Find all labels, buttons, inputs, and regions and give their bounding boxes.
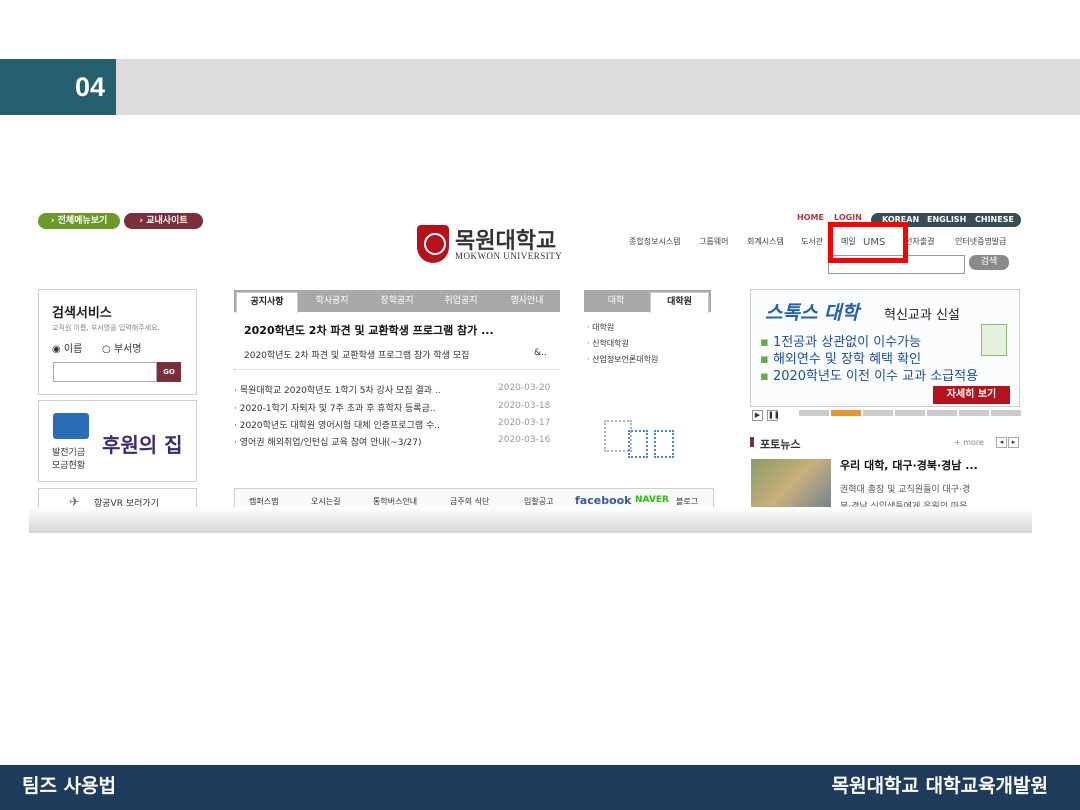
- photo-news-more[interactable]: + more: [954, 438, 984, 447]
- graduate-item-label: 산업정보언론대학원: [592, 355, 659, 364]
- logo-english: MOKWON UNIVERSITY: [455, 251, 563, 261]
- notice-tabs: 공지사항 학사공지 장학공지 취업공지 행사안내: [234, 290, 560, 313]
- graduate-item-label: 신학대학원: [592, 339, 629, 348]
- header-search-button[interactable]: 검색: [969, 255, 1009, 270]
- login-link[interactable]: LOGIN: [834, 213, 862, 222]
- notice-item-date: 2020-03-16: [498, 435, 551, 445]
- quick-link-blog[interactable]: 블로그: [676, 496, 698, 507]
- banner-pager: [799, 410, 1021, 416]
- quick-link-shuttle[interactable]: 통학버스안내: [373, 496, 417, 507]
- tab-college[interactable]: 대학: [584, 290, 648, 312]
- tab-employment[interactable]: 취업공지: [430, 290, 492, 312]
- banner-title: 혁신교과 신설: [884, 308, 960, 323]
- notice-item-title: 2020-1학기 자퇴자 및 7주 초과 후 휴학자 등록금..: [239, 404, 436, 414]
- photo-news-thumbnail[interactable]: [751, 459, 831, 513]
- graduate-tabs: 대학 대학원: [584, 290, 711, 313]
- notice-item[interactable]: · 2020-1학기 자퇴자 및 7주 초과 후 휴학자 등록금..: [234, 401, 436, 414]
- quick-link-campus-map[interactable]: 캠퍼스맵: [249, 496, 278, 507]
- support-house-sign: 후원의 집: [102, 433, 183, 457]
- play-icon[interactable]: ▶: [752, 410, 763, 421]
- notice-item-date: 2020-03-17: [498, 418, 551, 428]
- photo-news-marker: [750, 437, 754, 447]
- notice-summary-more: &..: [534, 348, 547, 358]
- documents-icon: [604, 420, 674, 465]
- search-service-panel: 검색서비스 교직원 이름, 부서명을 입력해주세요. ◉ 이름 ○ 부서명 GO: [38, 289, 197, 395]
- all-menu-button[interactable]: › 전체메뉴보기: [38, 213, 120, 229]
- pause-icon[interactable]: ❚❚: [767, 410, 780, 421]
- radio-department[interactable]: ○ 부서명: [102, 340, 142, 355]
- nav-integrated-info[interactable]: 종합정보시스템: [629, 236, 681, 247]
- notice-item[interactable]: · 영어권 해외취업/인턴십 교육 참여 안내(~3/27): [234, 435, 421, 448]
- screenshot-fade: [29, 507, 1032, 533]
- notice-summary: 2020학년도 2차 파견 및 교환학생 프로그램 참가 학생 모집: [244, 351, 470, 361]
- graduate-item[interactable]: · 산업정보언론대학원: [587, 354, 658, 365]
- ums-highlight-box: [828, 222, 908, 263]
- notice-item-title: 2020학년도 대학원 영어시험 대체 인증프로그램 수..: [239, 421, 440, 431]
- notice-divider: [234, 369, 560, 370]
- stocks-banner[interactable]: 스톡스 대학 혁신교과 신설 ▪ 1전공과 상관없이 이수가능 ▪ 해외연수 및…: [750, 289, 1020, 407]
- footer-right-title: 목원대학교 대학교육개발원: [831, 775, 1048, 797]
- employee-search-input[interactable]: [53, 362, 157, 382]
- notice-item[interactable]: · 2020학년도 대학원 영어시험 대체 인증프로그램 수..: [234, 418, 440, 431]
- quick-link-directions[interactable]: 오시는길: [311, 496, 340, 507]
- tab-events[interactable]: 행사안내: [496, 290, 558, 312]
- fund-panel[interactable]: 발전기금 모금현황 후원의 집: [38, 400, 197, 482]
- quick-link-facebook[interactable]: facebook: [575, 494, 632, 507]
- radio-name-label: 이름: [63, 344, 83, 355]
- nav-library[interactable]: 도서관: [801, 236, 823, 247]
- radio-department-label: 부서명: [113, 344, 142, 355]
- system-nav: 종합정보시스템 그룹웨어 회계시스템 도서관 메일 전자출결 인터넷증명발급: [629, 236, 1019, 248]
- quick-link-menu[interactable]: 금주의 식단: [450, 496, 489, 507]
- home-link[interactable]: HOME: [797, 213, 824, 222]
- nav-groupware[interactable]: 그룹웨어: [699, 236, 728, 247]
- crest-icon: [417, 225, 449, 263]
- nav-electronic-attendance[interactable]: 전자출결: [905, 236, 934, 247]
- fish-icon: [53, 413, 89, 439]
- graduate-item-label: 대학원: [592, 323, 615, 332]
- footer-left-title: 팀즈 사용법: [22, 775, 117, 797]
- photo-news-title: 포토뉴스: [760, 438, 801, 451]
- fund-label-1: 발전기금: [52, 448, 86, 458]
- lang-english[interactable]: ENGLISH: [927, 213, 966, 227]
- notice-item[interactable]: · 목원대학교 2020학년도 1학기 5차 강사 모집 결과 ..: [234, 383, 441, 396]
- notice-item-date: 2020-03-18: [498, 401, 551, 411]
- graduate-item[interactable]: · 대학원: [587, 322, 614, 333]
- nav-certificate[interactable]: 인터넷증명발급: [955, 236, 1007, 247]
- go-button[interactable]: GO: [157, 362, 181, 382]
- notice-item-title: 영어권 해외취업/인턴십 교육 참여 안내(~3/27): [239, 438, 422, 448]
- notice-item-date: 2020-03-20: [498, 383, 551, 393]
- slide-header-bar: [0, 59, 1080, 115]
- quick-link-bid[interactable]: 입찰공고: [524, 496, 553, 507]
- next-icon[interactable]: ▸: [1008, 437, 1019, 448]
- banner-more-button[interactable]: 자세히 보기: [933, 386, 1010, 404]
- photo-news-headline[interactable]: 우리 대학, 대구·경북·경남 ...: [840, 457, 978, 473]
- radio-name[interactable]: ◉ 이름: [52, 340, 82, 355]
- nav-accounting[interactable]: 회계시스템: [747, 236, 784, 247]
- lang-chinese[interactable]: CHINESE: [975, 213, 1014, 227]
- banner-brand: 스톡스 대학: [765, 302, 860, 324]
- banner-bullet: ▪ 2020학년도 이전 이수 교과 소급적용: [760, 369, 979, 384]
- tab-graduate[interactable]: 대학원: [650, 292, 709, 313]
- notice-item-title: 목원대학교 2020학년도 1학기 5차 강사 모집 결과 ..: [239, 386, 441, 396]
- tab-notice[interactable]: 공지사항: [236, 292, 298, 313]
- graduate-item[interactable]: · 신학대학원: [587, 338, 629, 349]
- notice-headline[interactable]: 2020학년도 2차 파견 및 교환학생 프로그램 참가 ...: [244, 322, 494, 338]
- search-service-desc: 교직원 이름, 부서명을 입력해주세요.: [52, 324, 160, 332]
- photo-news-body-1: 권혁대 총장 및 교직원들이 대구·경: [840, 485, 971, 495]
- quick-link-naver[interactable]: NAVER: [635, 495, 669, 505]
- search-service-title: 검색서비스: [52, 306, 112, 321]
- tab-scholarship[interactable]: 장학공지: [366, 290, 428, 312]
- slide-number: 04: [0, 59, 116, 115]
- tab-academic[interactable]: 학사공지: [302, 290, 362, 312]
- campus-site-button[interactable]: › 교내사이트: [124, 213, 203, 229]
- fund-label-2: 모금현황: [52, 461, 86, 471]
- checklist-icon: [981, 324, 1007, 356]
- banner-bullet-text: 2020학년도 이전 이수 교과 소급적용: [772, 369, 979, 384]
- prev-icon[interactable]: ◂: [996, 437, 1007, 448]
